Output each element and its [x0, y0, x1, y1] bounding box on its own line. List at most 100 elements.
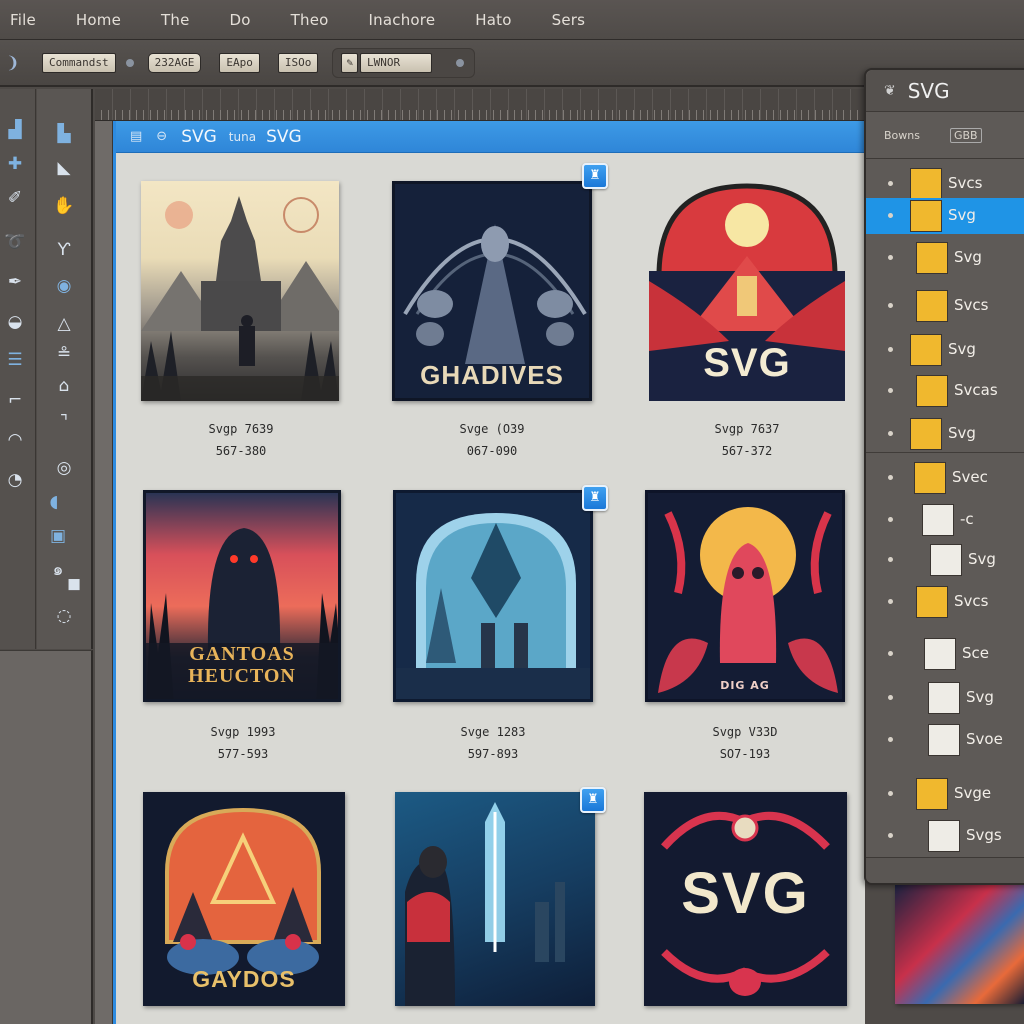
- layer-row[interactable]: Sce: [866, 636, 1024, 672]
- layer-row[interactable]: Svg: [866, 416, 1024, 452]
- artwork-card-gantoas[interactable]: GANTOAS HEUCTON: [143, 490, 341, 702]
- layer-row[interactable]: Svg: [866, 198, 1024, 234]
- pin-badge-icon[interactable]: ♜: [582, 485, 608, 511]
- menu-hato[interactable]: Hato: [475, 11, 511, 29]
- menu-file[interactable]: File: [10, 11, 36, 29]
- toolbar-field-lwnor[interactable]: LWNOR: [359, 52, 432, 73]
- layers-option-blend[interactable]: Bowns: [884, 129, 920, 142]
- frame-tool-icon[interactable]: ▣: [47, 525, 69, 547]
- menu-the[interactable]: The: [161, 11, 190, 29]
- visibility-toggle-icon[interactable]: [888, 303, 893, 308]
- pin-badge-icon[interactable]: ♜: [580, 787, 606, 813]
- visibility-toggle-icon[interactable]: [888, 255, 893, 260]
- lasso-tool-icon[interactable]: ◣: [53, 157, 75, 179]
- type-tool-icon[interactable]: Ƴ: [53, 239, 75, 261]
- layer-row[interactable]: -c: [866, 502, 1024, 538]
- menu-home[interactable]: Home: [76, 11, 121, 29]
- layer-row[interactable]: Svgs: [866, 818, 1024, 854]
- visibility-toggle-icon[interactable]: [888, 599, 893, 604]
- visibility-toggle-icon[interactable]: [888, 388, 893, 393]
- layout-icon[interactable]: ▤: [130, 129, 142, 144]
- visibility-toggle-icon[interactable]: [888, 517, 893, 522]
- swatch-tool-icon[interactable]: ◼: [63, 573, 85, 595]
- pencil-icon[interactable]: ✎: [341, 52, 358, 73]
- visibility-toggle-icon[interactable]: [888, 791, 893, 796]
- artwork-card-partial[interactable]: [895, 885, 1024, 1004]
- card-caption: Svge (O39 067-090: [392, 418, 592, 462]
- artwork-card-octopus[interactable]: DIG AG: [645, 490, 845, 702]
- circle-tool-icon[interactable]: ◌: [53, 605, 75, 627]
- visibility-toggle-icon[interactable]: [888, 475, 893, 480]
- artwork-card-svg-arch[interactable]: SVG: [649, 181, 845, 401]
- card-title: GHADIVES: [420, 360, 564, 390]
- visibility-toggle-icon[interactable]: [888, 431, 893, 436]
- artwork-card-castle[interactable]: [141, 181, 339, 401]
- toolbar-field-mode[interactable]: EApo: [219, 52, 260, 73]
- layer-row[interactable]: Svcs: [866, 166, 1024, 202]
- eye-tool-icon[interactable]: ◔: [4, 469, 26, 491]
- layer-row[interactable]: Svge: [866, 776, 1024, 812]
- artwork-card-gaydos[interactable]: GAYDOS: [143, 792, 345, 1006]
- crop-tool-icon[interactable]: ✚: [4, 153, 26, 175]
- visibility-toggle-icon[interactable]: [888, 737, 893, 742]
- chevron-right-icon[interactable]: ❩: [6, 53, 20, 73]
- toolbar-field-iso[interactable]: ISOo: [277, 52, 319, 73]
- layer-row[interactable]: Svg: [866, 240, 1024, 276]
- text-tool-icon[interactable]: ☰: [4, 349, 26, 371]
- menu-inachore[interactable]: Inachore: [369, 11, 436, 29]
- lock-tool-icon[interactable]: ⌂: [53, 375, 75, 397]
- angle-tool-icon[interactable]: ⌝: [53, 411, 75, 433]
- feather-tool-icon[interactable]: ✋: [53, 195, 75, 217]
- shape-tool-icon[interactable]: ◒: [4, 311, 26, 333]
- pen-tool-icon[interactable]: ✒: [4, 271, 26, 293]
- artwork-card-svg-ornament[interactable]: SVG: [644, 792, 847, 1006]
- move-tool-icon[interactable]: ▙: [53, 123, 75, 145]
- card-title: SVG: [681, 861, 810, 926]
- brush-tool-icon[interactable]: ✐: [4, 187, 26, 209]
- visibility-toggle-icon[interactable]: [888, 833, 893, 838]
- visibility-toggle-icon[interactable]: [888, 695, 893, 700]
- card-caption-name: Svge 1283: [460, 725, 526, 739]
- select-tool-icon[interactable]: ▟: [4, 119, 26, 141]
- card-title: DIG AG: [720, 679, 770, 692]
- visibility-toggle-icon[interactable]: [888, 181, 893, 186]
- layer-row[interactable]: Svec: [866, 460, 1024, 496]
- layer-row[interactable]: Svg: [866, 680, 1024, 716]
- triangle-tool-icon[interactable]: △: [53, 313, 75, 335]
- hand-tool-icon[interactable]: ⌐: [4, 389, 26, 411]
- artwork-card-diamond[interactable]: [393, 490, 593, 702]
- menu-theo[interactable]: Theo: [291, 11, 329, 29]
- layer-label: Svgs: [966, 826, 1002, 844]
- zoom-tool-icon[interactable]: ◠: [4, 429, 26, 451]
- layer-row[interactable]: Svcs: [866, 584, 1024, 620]
- drop-tool-icon[interactable]: ◖: [43, 491, 65, 513]
- layer-thumbnail: [928, 682, 960, 714]
- visibility-toggle-icon[interactable]: [888, 213, 893, 218]
- visibility-toggle-icon[interactable]: [888, 651, 893, 656]
- layer-row[interactable]: Svg: [866, 542, 1024, 578]
- smudge-tool-icon[interactable]: ≗: [53, 343, 75, 365]
- visibility-toggle-icon[interactable]: [888, 347, 893, 352]
- card-title: GANTOAS HEUCTON: [188, 643, 296, 687]
- layer-row[interactable]: Svg: [866, 332, 1024, 368]
- pin-badge-icon[interactable]: ♜: [582, 163, 608, 189]
- layers-option-mode[interactable]: GBB: [949, 127, 982, 143]
- menu-bar: File Home The Do Theo Inachore Hato Sers: [0, 0, 1024, 40]
- layer-label: Svg: [954, 248, 982, 266]
- layer-row[interactable]: Svoe: [866, 722, 1024, 758]
- menu-sers[interactable]: Sers: [552, 11, 586, 29]
- toolbar-field-size[interactable]: 232AGE: [147, 52, 202, 73]
- layer-thumbnail: [916, 778, 948, 810]
- layer-label: Svge: [954, 784, 992, 802]
- layer-row[interactable]: Svcs: [866, 288, 1024, 324]
- layer-row[interactable]: Svcas: [866, 373, 1024, 409]
- visibility-toggle-icon[interactable]: [888, 557, 893, 562]
- menu-do[interactable]: Do: [230, 11, 251, 29]
- link-icon[interactable]: ⊖: [156, 129, 167, 144]
- fill-tool-icon[interactable]: ◉: [53, 275, 75, 297]
- rotate-tool-icon[interactable]: ◎: [53, 457, 75, 479]
- path-tool-icon[interactable]: ➰: [4, 231, 26, 253]
- artwork-card-ghadives[interactable]: GHADIVES: [392, 181, 592, 401]
- toolbar-field-command[interactable]: Commandst: [42, 52, 116, 73]
- artwork-card-sword[interactable]: [395, 792, 595, 1006]
